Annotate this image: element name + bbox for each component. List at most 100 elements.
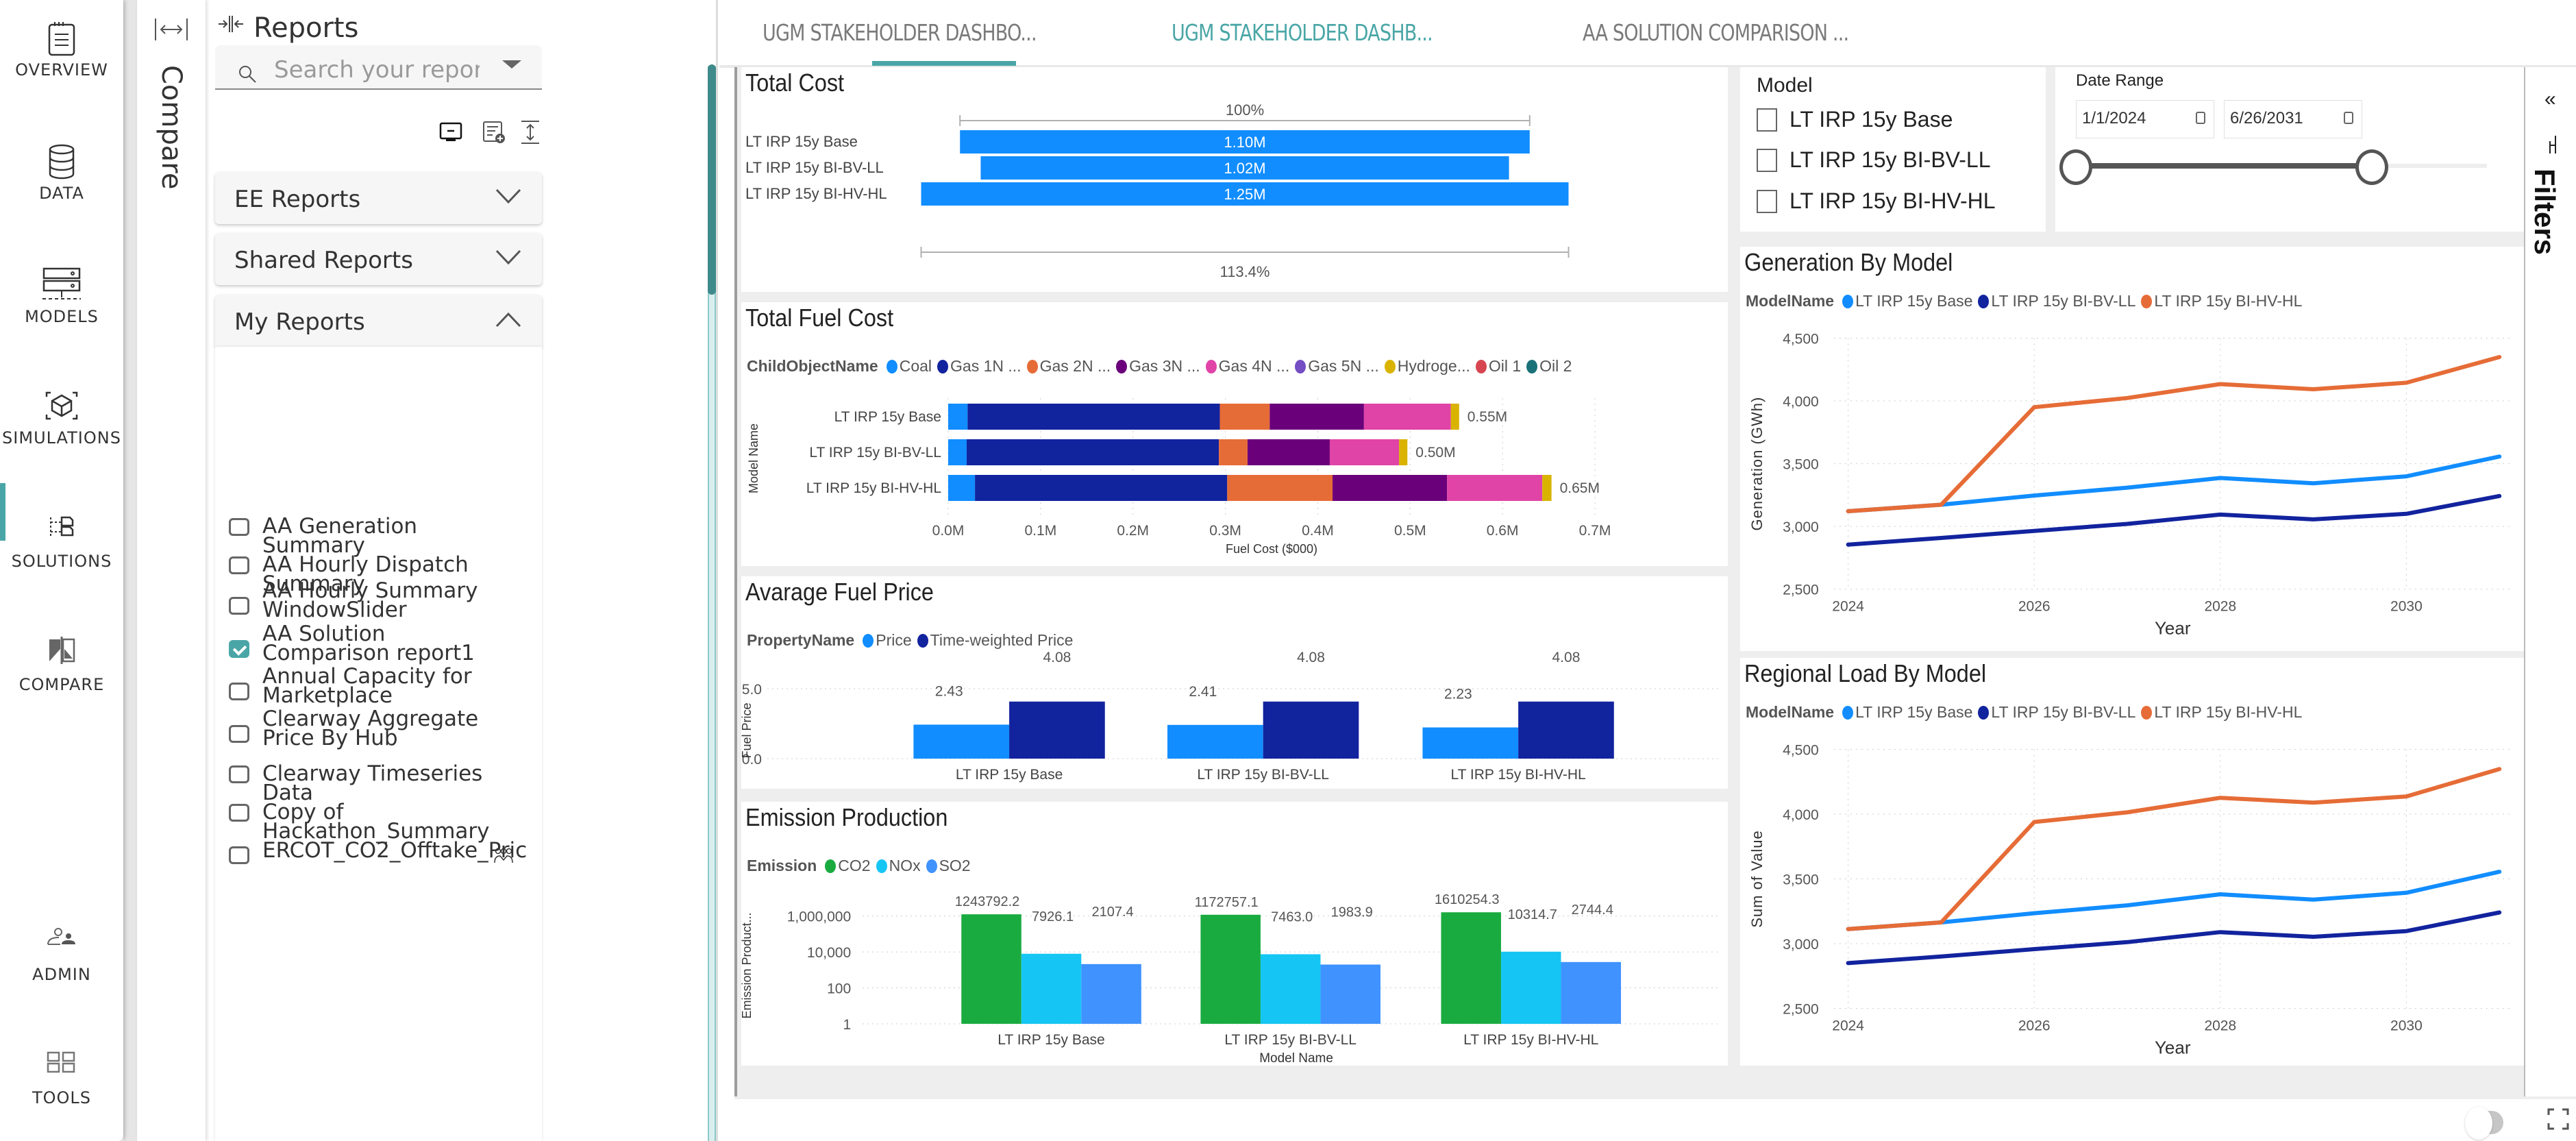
model-slicer: Model LT IRP 15y Base LT IRP 15y BI-BV-L… bbox=[1740, 67, 2046, 232]
report-checkbox[interactable] bbox=[229, 640, 249, 658]
nav-data[interactable]: DATA bbox=[0, 123, 123, 206]
report-checkbox[interactable] bbox=[229, 765, 249, 783]
end-date-input[interactable] bbox=[2230, 109, 2333, 128]
start-date-input[interactable] bbox=[2082, 109, 2185, 128]
generation-by-model-visual[interactable]: Generation By Model ModelNameLT IRP 15y … bbox=[1740, 247, 2527, 651]
group-label: My Reports bbox=[234, 308, 365, 336]
expand-filters-icon[interactable]: « bbox=[2544, 88, 2556, 111]
bar bbox=[1263, 702, 1359, 759]
bar-segment bbox=[1219, 439, 1248, 465]
bar bbox=[913, 724, 1009, 759]
x-tick-label: 2026 bbox=[2018, 1018, 2051, 1034]
report-label: Annual Capacity for Marketplace bbox=[262, 667, 516, 705]
group-ee-reports[interactable]: EE Reports bbox=[215, 172, 542, 224]
nav-tools[interactable]: TOOLS bbox=[0, 1028, 123, 1110]
nav-admin[interactable]: ADMIN bbox=[0, 905, 123, 987]
scrollbar-thumb[interactable] bbox=[708, 64, 716, 295]
category-label: LT IRP 15y BI-HV-HL bbox=[745, 185, 887, 202]
search-input[interactable] bbox=[274, 55, 480, 85]
x-axis-label: Year bbox=[2155, 618, 2191, 639]
emission-production-visual[interactable]: Emission Production EmissionCO2NOxSO2 Em… bbox=[741, 802, 1728, 1066]
group-my-reports[interactable]: My Reports bbox=[215, 295, 542, 347]
remove-report-button[interactable] bbox=[438, 120, 463, 145]
y-tick-label: 4,500 bbox=[1783, 742, 1819, 758]
data-label: 7463.0 bbox=[1271, 909, 1313, 924]
tab-ugm-stakeholder-1[interactable]: UGM STAKEHOLDER DASHBO... bbox=[763, 19, 1037, 46]
total-cost-visual[interactable]: Total Cost 100%LT IRP 15y Base1.10MLT IR… bbox=[741, 67, 1728, 292]
top-annotation: 100% bbox=[1226, 101, 1264, 119]
slicer-checkbox[interactable] bbox=[1757, 149, 1777, 172]
slicer-checkbox[interactable] bbox=[1757, 190, 1777, 213]
x-tick-label: 0.0M bbox=[932, 523, 965, 539]
y-axis-label: Emission Product... bbox=[741, 912, 754, 1018]
nav-overview[interactable]: OVERVIEW bbox=[0, 0, 123, 82]
date-slider-start-handle[interactable] bbox=[2059, 149, 2092, 185]
group-shared-reports[interactable]: Shared Reports bbox=[215, 233, 542, 285]
add-report-button[interactable] bbox=[482, 120, 506, 145]
x-axis-label: Year bbox=[2155, 1038, 2191, 1058]
start-date-field[interactable] bbox=[2076, 100, 2214, 138]
nav-solutions[interactable]: SOLUTIONS bbox=[0, 491, 123, 574]
y-axis-label: Fuel Price bbox=[741, 702, 754, 758]
fullscreen-icon[interactable] bbox=[2546, 1107, 2571, 1131]
x-tick-label: 0.2M bbox=[1117, 523, 1149, 539]
bar-segment bbox=[1333, 475, 1447, 501]
collapse-panel-icon[interactable] bbox=[217, 14, 245, 34]
report-checkbox[interactable] bbox=[229, 725, 249, 743]
chevron-down-icon bbox=[495, 187, 521, 206]
date-slider-end-handle[interactable] bbox=[2355, 149, 2388, 185]
filters-pane[interactable]: « Filters bbox=[2524, 67, 2576, 1096]
tab-ugm-stakeholder-2[interactable]: UGM STAKEHOLDER DASHB... bbox=[1172, 19, 1433, 46]
report-checkbox[interactable] bbox=[229, 556, 249, 574]
nav-simulations[interactable]: SIMULATIONS bbox=[0, 368, 123, 450]
bar bbox=[1422, 728, 1518, 759]
bar-segment bbox=[1447, 475, 1542, 501]
report-label: Clearway Timeseries Data bbox=[262, 764, 516, 802]
bar-segment bbox=[967, 439, 1219, 465]
report-label: Copy of Hackathon_Summary bbox=[262, 802, 516, 841]
report-add-icon bbox=[482, 120, 506, 145]
nav-compare[interactable]: COMPARE bbox=[0, 615, 123, 697]
tab-aa-solution-comparison[interactable]: AA SOLUTION COMPARISON ... bbox=[1583, 19, 1848, 46]
calendar-icon[interactable] bbox=[2344, 112, 2353, 124]
bar-segment bbox=[1364, 404, 1451, 430]
report-label: AA Hourly Summary WindowSlider bbox=[262, 581, 516, 619]
expand-all-button[interactable] bbox=[519, 120, 543, 145]
y-tick-label: 4,000 bbox=[1783, 394, 1819, 410]
slicer-option-label: LT IRP 15y BI-HV-HL bbox=[1789, 188, 1996, 214]
compare-panel-strip: Compare bbox=[137, 0, 206, 1141]
generation-by-model-chart: 2,5003,0003,5004,0004,500202420262028203… bbox=[1740, 247, 2527, 651]
nav-label: SIMULATIONS bbox=[0, 428, 123, 447]
y-tick-label: 3,000 bbox=[1783, 937, 1819, 953]
slicer-checkbox[interactable] bbox=[1757, 108, 1777, 132]
category-label: LT IRP 15y BI-BV-LL bbox=[1224, 1032, 1357, 1048]
monitor-minus-icon bbox=[438, 120, 463, 145]
data-label: 1243792.2 bbox=[955, 894, 1020, 909]
left-navigation: OVERVIEW DATA MODELS SIMULATIONS SOLUTIO… bbox=[0, 0, 123, 1141]
report-checkbox[interactable] bbox=[229, 518, 249, 536]
regional-load-by-model-visual[interactable]: Regional Load By Model ModelNameLT IRP 1… bbox=[1740, 658, 2527, 1066]
view-toggle[interactable] bbox=[2468, 1107, 2502, 1131]
my-reports-list: AA Generation Summary AA Hourly Dispatch… bbox=[215, 347, 542, 1141]
avg-fuel-price-visual[interactable]: Avarage Fuel Price PropertyNamePriceTime… bbox=[741, 576, 1728, 789]
bar bbox=[1200, 915, 1261, 1024]
chevron-up-icon bbox=[495, 310, 521, 329]
total-fuel-cost-visual[interactable]: Total Fuel Cost ChildObjectNameCoalGas 1… bbox=[741, 302, 1728, 566]
expand-panel-icon[interactable] bbox=[154, 17, 188, 42]
category-label: LT IRP 15y BI-BV-LL bbox=[745, 159, 884, 176]
calendar-icon[interactable] bbox=[2196, 112, 2205, 124]
series-line bbox=[1848, 357, 2500, 511]
admin-users-icon bbox=[41, 924, 82, 962]
nav-models[interactable]: MODELS bbox=[0, 247, 123, 329]
report-canvas: Total Cost 100%LT IRP 15y Base1.10MLT IR… bbox=[734, 67, 2524, 1096]
report-checkbox[interactable] bbox=[229, 804, 249, 822]
notepad-icon bbox=[41, 19, 82, 58]
report-checkbox[interactable] bbox=[229, 597, 249, 615]
report-checkbox[interactable] bbox=[229, 846, 249, 864]
data-label: 4.08 bbox=[1552, 650, 1581, 665]
report-checkbox[interactable] bbox=[229, 683, 249, 700]
data-label: 2.43 bbox=[935, 683, 963, 699]
dropdown-arrow-icon[interactable] bbox=[502, 60, 521, 69]
category-label: LT IRP 15y BI-BV-LL bbox=[809, 445, 941, 461]
end-date-field[interactable] bbox=[2224, 100, 2362, 138]
